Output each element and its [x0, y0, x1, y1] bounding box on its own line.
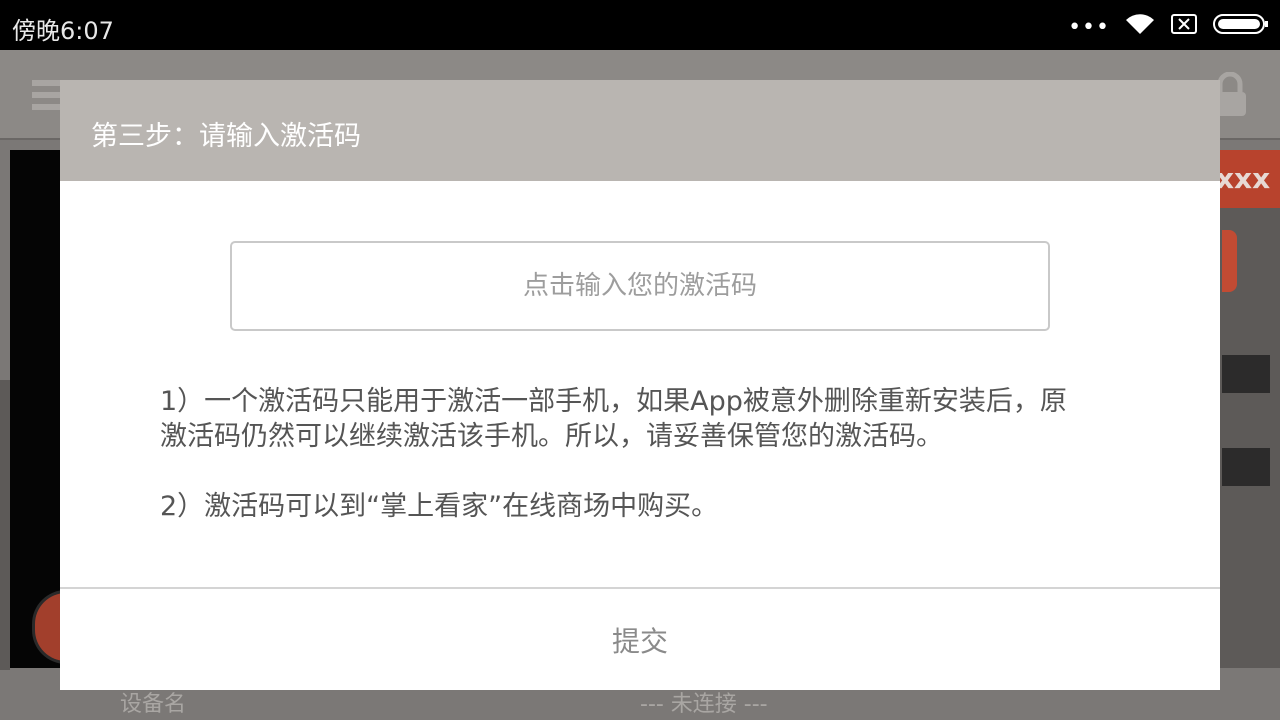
- wifi-icon: [1124, 12, 1156, 40]
- dark-bar: [1222, 355, 1270, 393]
- orange-button[interactable]: [1222, 230, 1237, 292]
- activation-dialog: 第三步：请输入激活码 1）一个激活码只能用于激活一部手机，如果App被意外删除重…: [60, 80, 1220, 690]
- note-2: 2）激活码可以到“掌上看家”在线商场中购买。: [160, 491, 719, 522]
- more-dots-icon: •••: [1068, 15, 1110, 40]
- connection-status: --- 未连接 ---: [640, 692, 768, 717]
- activation-code-input[interactable]: [230, 241, 1050, 331]
- status-icons: •••: [1068, 12, 1270, 40]
- dialog-title: 第三步：请输入激活码: [91, 121, 361, 152]
- no-sim-icon: [1170, 13, 1198, 39]
- dialog-header: 第三步：请输入激活码: [60, 80, 1220, 181]
- status-bar: 傍晚6:07 •••: [0, 0, 1280, 50]
- device-name-label: 设备名: [120, 692, 187, 717]
- left-strip: [0, 380, 10, 670]
- dark-bar: [1222, 448, 1270, 486]
- submit-button[interactable]: 提交: [60, 589, 1220, 690]
- activation-notes: 1）一个激活码只能用于激活一部手机，如果App被意外删除重新安装后，原激活码仍然…: [160, 384, 1080, 524]
- battery-icon: [1212, 12, 1270, 40]
- orange-banner-label: xxx: [1216, 162, 1271, 195]
- status-time: 傍晚6:07: [12, 17, 114, 45]
- note-1: 1）一个激活码只能用于激活一部手机，如果App被意外删除重新安装后，原激活码仍然…: [160, 386, 1067, 452]
- orange-banner: xxx: [1216, 150, 1280, 208]
